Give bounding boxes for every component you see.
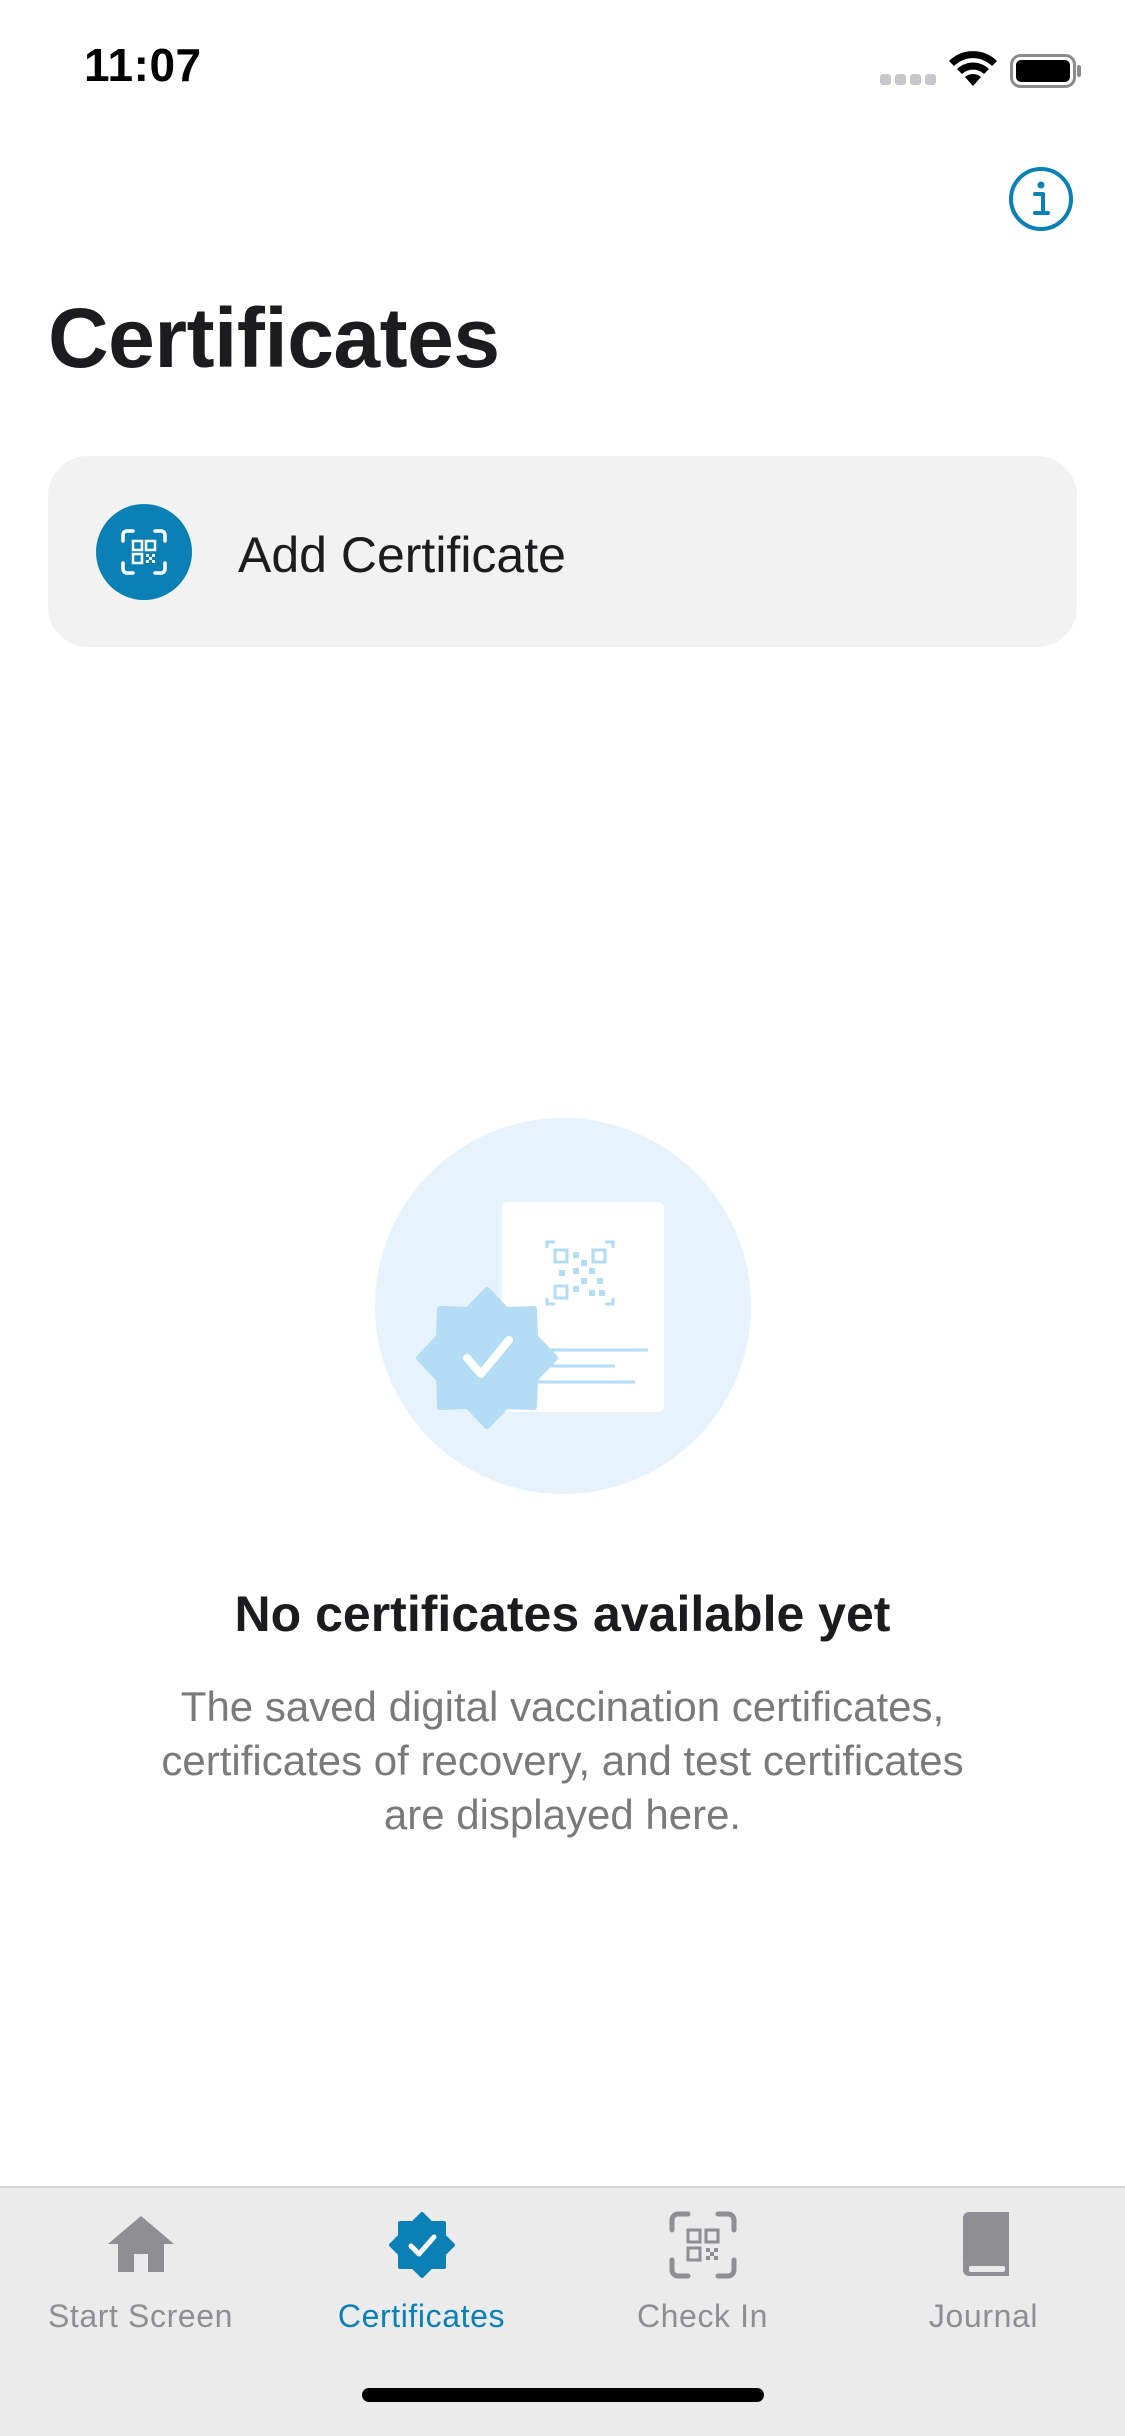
cellular-signal-icon <box>880 74 936 86</box>
battery-icon <box>1010 54 1081 88</box>
certificate-badge-icon <box>389 2212 455 2278</box>
tab-label: Start Screen <box>47 2298 234 2334</box>
add-certificate-button[interactable]: Add Certificate <box>48 456 1077 647</box>
info-icon[interactable] <box>1008 166 1074 232</box>
home-indicator <box>362 2388 764 2402</box>
certificate-illustration <box>375 1118 751 1494</box>
house-icon <box>108 2216 174 2272</box>
tab-label: Journal <box>928 2298 1039 2334</box>
tab-label: Check In <box>636 2298 769 2334</box>
tab-certificates[interactable]: Certificates <box>281 2210 562 2340</box>
tab-check-in[interactable]: Check In <box>562 2210 843 2340</box>
tab-start-screen[interactable]: Start Screen <box>0 2210 281 2340</box>
empty-state-title: No certificates available yet <box>234 1586 891 1642</box>
qr-scan-icon <box>669 2211 737 2279</box>
empty-state-description: The saved digital vaccination certificat… <box>161 1683 964 1838</box>
status-bar: 11:07 <box>0 0 1125 140</box>
wifi-icon <box>949 51 997 86</box>
tab-bar: Start Screen Certificates Check In Journ… <box>0 2186 1125 2436</box>
book-icon <box>963 2212 1009 2276</box>
status-time: 11:07 <box>84 39 202 91</box>
add-certificate-label: Add Certificate <box>238 527 566 583</box>
certificates-screen: 11:07 Certificates Add Certificate No ce… <box>0 0 1125 2436</box>
tab-label: Certificates <box>337 2298 506 2334</box>
page-title: Certificates <box>48 291 500 385</box>
tab-journal[interactable]: Journal <box>843 2210 1124 2340</box>
qr-scan-icon <box>96 504 192 600</box>
